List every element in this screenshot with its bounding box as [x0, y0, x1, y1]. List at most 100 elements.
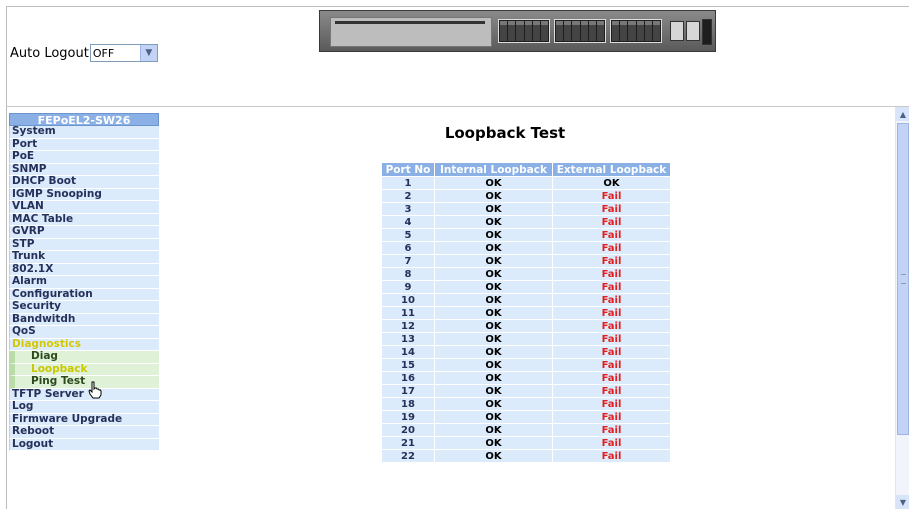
cell-port: 22 [382, 450, 434, 462]
device-uplink-port [702, 19, 712, 45]
cell-port: 4 [382, 216, 434, 228]
cell-port: 1 [382, 177, 434, 189]
sidebar-item-logout[interactable]: Logout [9, 438, 159, 451]
auto-logout-value: OFF [92, 46, 115, 60]
chevron-down-icon[interactable]: ▼ [139, 45, 157, 61]
vertical-scrollbar[interactable]: ▲ ▼ [895, 107, 909, 509]
table-row: 4 OK Fail [382, 216, 670, 228]
auto-logout-label: Auto Logout [10, 45, 89, 61]
sidebar-item-gvrp[interactable]: GVRP [9, 225, 159, 239]
sidebar-item-diag[interactable]: Diag [9, 350, 159, 364]
cell-port: 12 [382, 320, 434, 332]
cell-internal: OK [435, 216, 552, 228]
cell-external: Fail [553, 307, 670, 319]
cell-external: Fail [553, 203, 670, 215]
table-row: 15 OK Fail [382, 359, 670, 371]
cell-external: Fail [553, 346, 670, 358]
cell-internal: OK [435, 307, 552, 319]
cell-port: 21 [382, 437, 434, 449]
cell-port: 19 [382, 411, 434, 423]
cell-port: 10 [382, 294, 434, 306]
sidebar-item-reboot[interactable]: Reboot [9, 425, 159, 439]
sidebar-item-log[interactable]: Log [9, 400, 159, 414]
table-row: 21 OK Fail [382, 437, 670, 449]
cell-port: 6 [382, 242, 434, 254]
sidebar-item-trunk[interactable]: Trunk [9, 250, 159, 264]
cell-internal: OK [435, 450, 552, 462]
cell-port: 3 [382, 203, 434, 215]
cell-internal: OK [435, 190, 552, 202]
sidebar-item-alarm[interactable]: Alarm [9, 275, 159, 289]
page-title: Loopback Test [444, 124, 566, 142]
device-front-panel [330, 17, 492, 47]
cell-internal: OK [435, 346, 552, 358]
header-divider [6, 106, 909, 107]
cell-internal: OK [435, 294, 552, 306]
column-header-port: Port No [382, 163, 434, 176]
cell-external: Fail [553, 216, 670, 228]
table-row: 11 OK Fail [382, 307, 670, 319]
sidebar-item-ping-test[interactable]: Ping Test [9, 375, 159, 389]
cell-external: Fail [553, 424, 670, 436]
switch-device-icon [319, 10, 716, 52]
device-sfp-slot [686, 21, 700, 41]
sidebar-item-dhcp-boot[interactable]: DHCP Boot [9, 175, 159, 189]
sidebar-item-vlan[interactable]: VLAN [9, 200, 159, 214]
device-sfp-slot [670, 21, 684, 41]
cell-internal: OK [435, 424, 552, 436]
table-row: 16 OK Fail [382, 372, 670, 384]
table-row: 18 OK Fail [382, 398, 670, 410]
table-row: 8 OK Fail [382, 268, 670, 280]
table-row: 13 OK Fail [382, 333, 670, 345]
cell-external: Fail [553, 294, 670, 306]
cell-internal: OK [435, 177, 552, 189]
cell-internal: OK [435, 359, 552, 371]
table-row: 1 OK OK [382, 177, 670, 189]
cell-port: 11 [382, 307, 434, 319]
cell-port: 15 [382, 359, 434, 371]
sidebar-item-system[interactable]: System [9, 125, 159, 139]
cell-internal: OK [435, 229, 552, 241]
table-row: 22 OK Fail [382, 450, 670, 462]
cell-external: Fail [553, 268, 670, 280]
sidebar-item-qos[interactable]: QoS [9, 325, 159, 339]
cell-external: Fail [553, 229, 670, 241]
cell-internal: OK [435, 320, 552, 332]
column-header-internal: Internal Loopback [435, 163, 552, 176]
cell-port: 18 [382, 398, 434, 410]
cell-port: 14 [382, 346, 434, 358]
device-port-group-1 [498, 19, 550, 43]
table-row: 14 OK Fail [382, 346, 670, 358]
table-row: 6 OK Fail [382, 242, 670, 254]
sidebar-item-poe[interactable]: PoE [9, 150, 159, 164]
scroll-up-icon[interactable]: ▲ [896, 107, 909, 121]
sidebar-menu: FEPoEL2-SW26 System Port PoE SNMP DHCP Boot I… [9, 113, 159, 451]
loopback-results-table: Port No Internal Loopback External Loopb… [381, 162, 671, 463]
cell-port: 20 [382, 424, 434, 436]
device-port-group-2 [554, 19, 606, 43]
cell-external: Fail [553, 320, 670, 332]
cell-port: 9 [382, 281, 434, 293]
cell-internal: OK [435, 372, 552, 384]
scrollbar-thumb[interactable] [897, 123, 909, 435]
cell-internal: OK [435, 281, 552, 293]
cell-internal: OK [435, 398, 552, 410]
cell-internal: OK [435, 242, 552, 254]
table-row: 2 OK Fail [382, 190, 670, 202]
sidebar-item-security[interactable]: Security [9, 300, 159, 314]
table-row: 19 OK Fail [382, 411, 670, 423]
cell-internal: OK [435, 437, 552, 449]
cell-external: Fail [553, 281, 670, 293]
table-row: 20 OK Fail [382, 424, 670, 436]
table-row: 5 OK Fail [382, 229, 670, 241]
hand-pointer-icon [88, 381, 102, 399]
table-row: 12 OK Fail [382, 320, 670, 332]
table-row: 7 OK Fail [382, 255, 670, 267]
table-row: 9 OK Fail [382, 281, 670, 293]
cell-internal: OK [435, 255, 552, 267]
auto-logout-select[interactable]: OFF ▼ [89, 44, 158, 62]
cell-external: Fail [553, 372, 670, 384]
cell-external: Fail [553, 333, 670, 345]
scroll-down-icon[interactable]: ▼ [896, 495, 909, 509]
table-row: 17 OK Fail [382, 385, 670, 397]
